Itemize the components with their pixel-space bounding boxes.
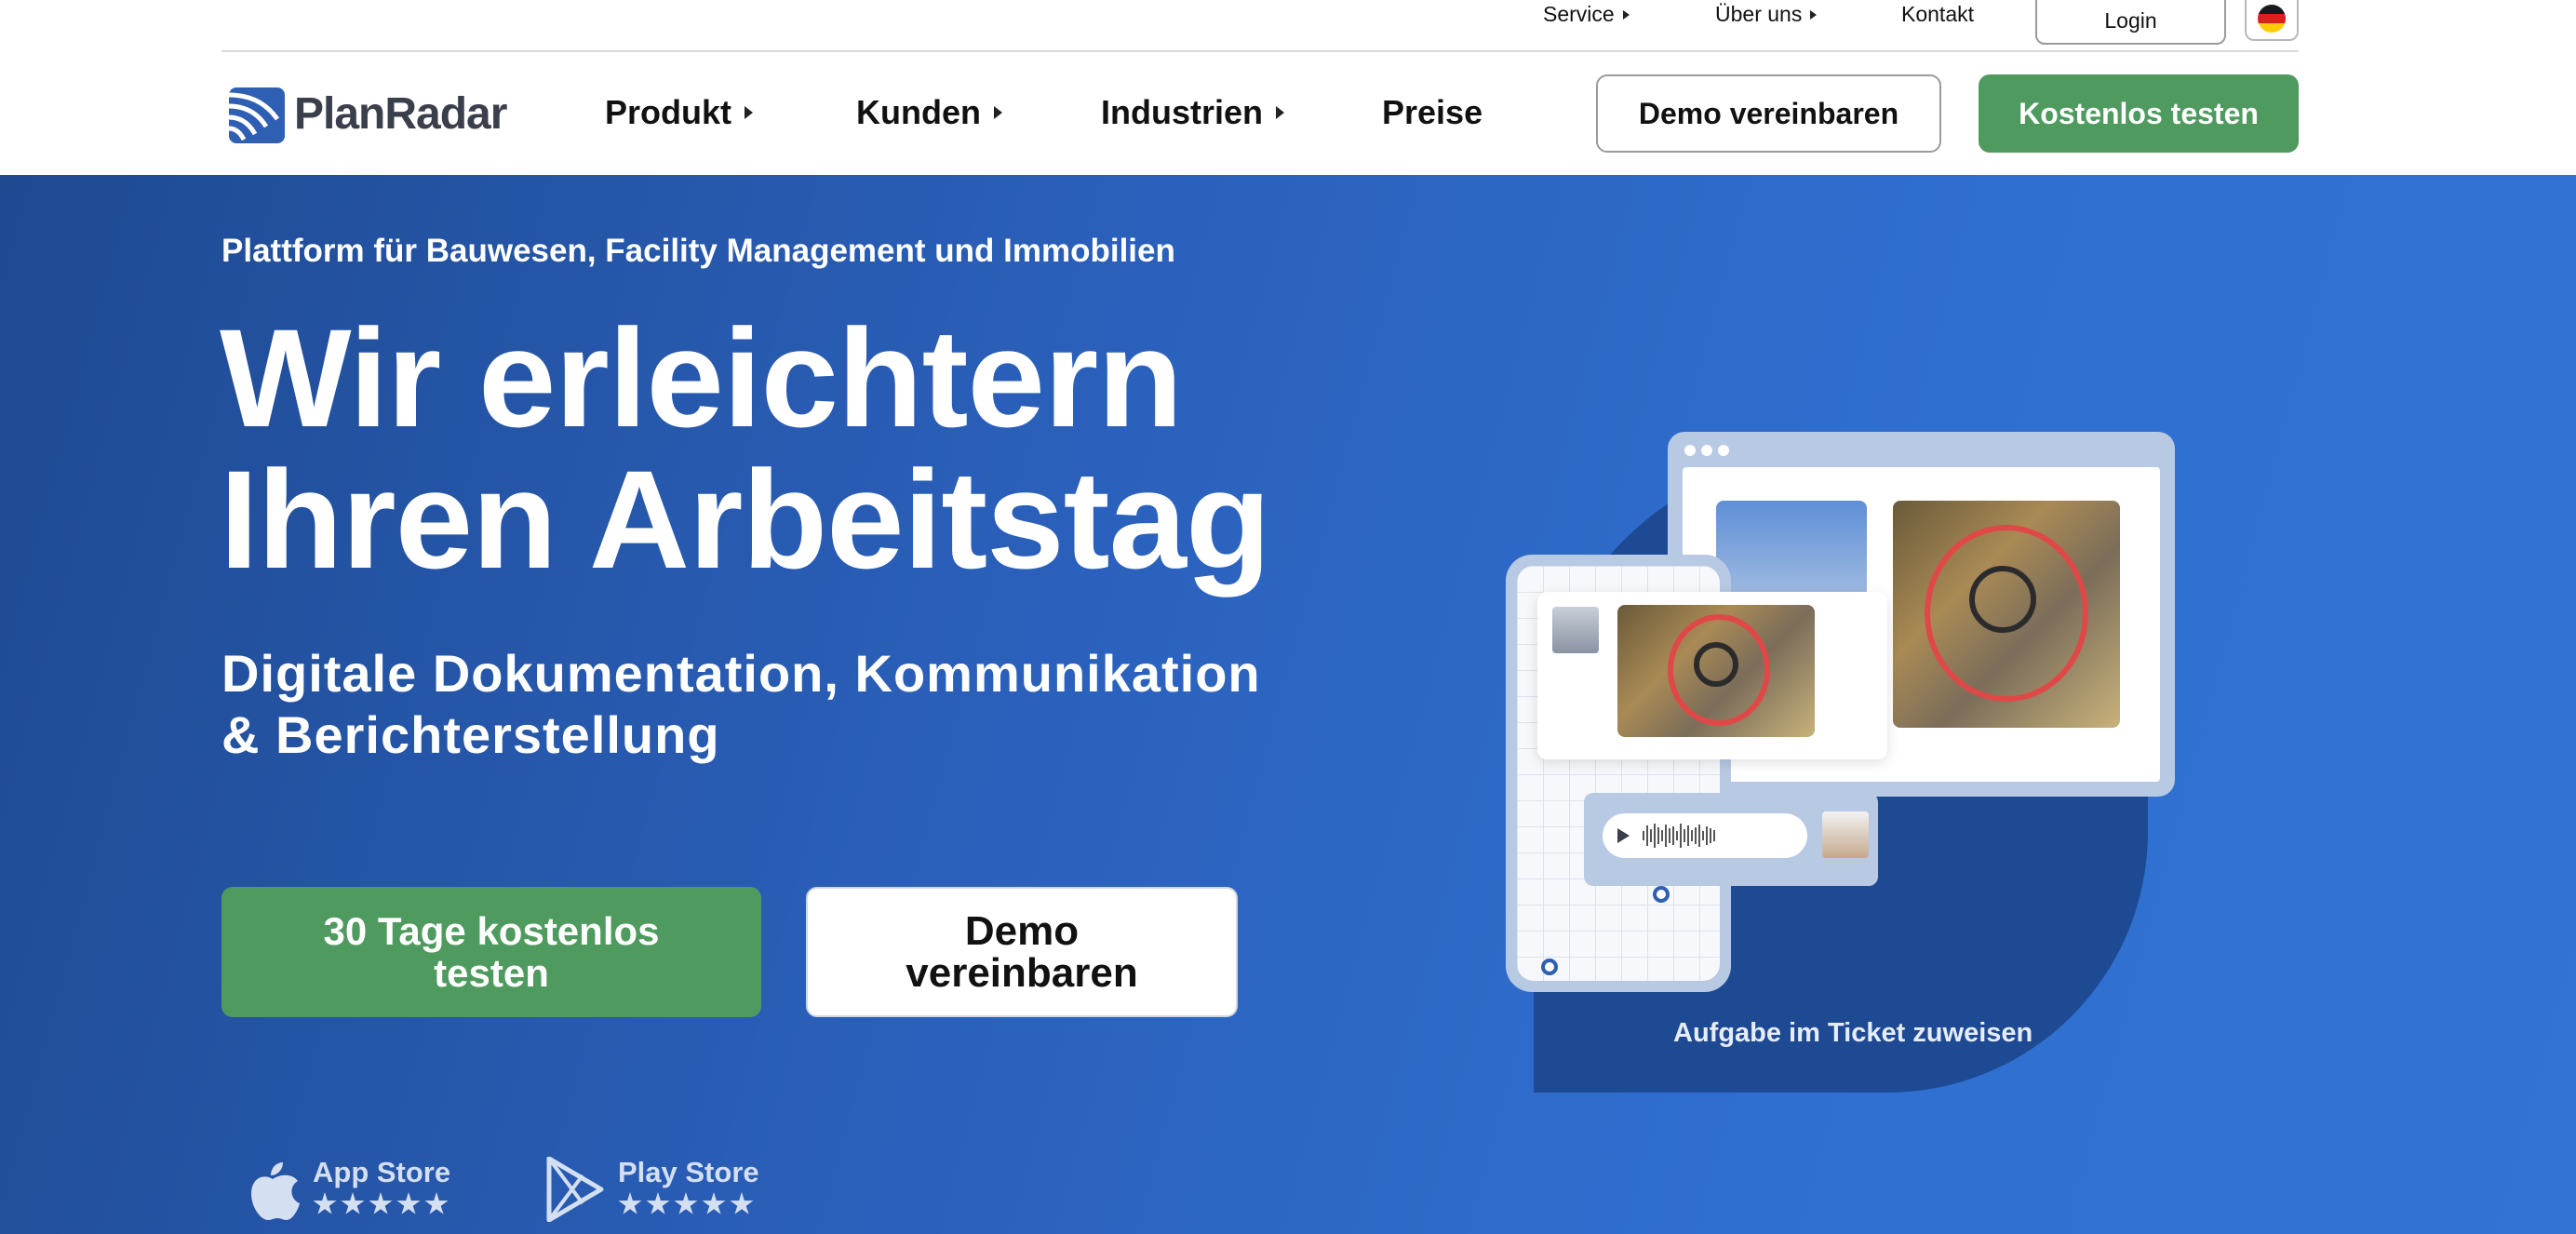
contact-label: Kontakt [1901, 2, 1974, 26]
nav-item-label: Kunden [856, 93, 981, 131]
language-selector[interactable] [2245, 0, 2299, 41]
demo-button-label: Demo vereinbaren [1638, 96, 1899, 130]
login-label: Login [2104, 7, 2157, 33]
app-store-name: App Store [313, 1156, 451, 1188]
caret-right-icon [1810, 9, 1818, 20]
valve-photo-thumbnail [1617, 605, 1815, 737]
caret-right-icon [1622, 9, 1630, 20]
planradar-logo-icon [228, 87, 285, 143]
flag-de-icon [2258, 5, 2286, 33]
hero-eyebrow: Plattform für Bauwesen, Facility Managem… [221, 233, 1175, 269]
nav-item-preise[interactable]: Preise [1382, 93, 1483, 132]
logo-text: PlanRadar [294, 88, 507, 139]
about-label: Über uns [1715, 2, 1803, 26]
nav-item-produkt[interactable]: Produkt [605, 93, 754, 132]
valve-wheel-icon [1694, 642, 1738, 687]
play-store-icon [546, 1157, 604, 1222]
headline-line-2: Ihren Arbeitstag [220, 441, 1271, 597]
illustration-caption: Aufgabe im Ticket zuweisen [1673, 1018, 2033, 1048]
nav-item-industrien[interactable]: Industrien [1101, 93, 1285, 132]
app-store-badge[interactable]: App Store [246, 1157, 450, 1222]
main-navigation: PlanRadar Produkt Kunden Industrien Prei… [0, 54, 2576, 175]
utility-bar: Service Über uns Kontakt Login [221, 0, 2299, 52]
star-icon [396, 1192, 421, 1214]
headline-line-1: Wir erleichtern [220, 300, 1183, 456]
location-pin-icon [1541, 959, 1558, 975]
contact-link[interactable]: Kontakt [1901, 2, 1974, 27]
star-icon [341, 1192, 365, 1214]
subline-line-1: Digitale Dokumentation, Kommunikation [221, 644, 1261, 703]
free-trial-button[interactable]: Kostenlos testen [1979, 74, 2299, 153]
caret-right-icon [993, 106, 1002, 119]
nav-item-label: Preise [1382, 93, 1483, 131]
app-store-rating [313, 1192, 450, 1216]
star-icon [618, 1192, 642, 1214]
valve-wheel-icon [1969, 566, 2036, 633]
hero-demo-button[interactable]: Demo vereinbaren [806, 887, 1238, 1017]
ticket-comment-card [1537, 592, 1887, 759]
voice-message-card [1584, 793, 1878, 886]
play-store-badge[interactable]: Play Store [545, 1157, 759, 1222]
hero-trial-button[interactable]: 30 Tage kostenlos testen [221, 887, 761, 1017]
valve-photo [1893, 501, 2120, 728]
free-trial-button-label: Kostenlos testen [2019, 96, 2259, 130]
star-icon [424, 1192, 449, 1214]
app-store-text: App Store [313, 1157, 450, 1216]
play-icon[interactable] [1617, 828, 1630, 843]
logo[interactable]: PlanRadar [223, 82, 507, 145]
hero-headline: Wir erleichtern Ihren Arbeitstag [220, 300, 1271, 597]
avatar [1822, 811, 1869, 858]
about-menu[interactable]: Über uns [1715, 2, 1818, 27]
star-icon [369, 1192, 393, 1214]
window-dot-icon [1684, 445, 1696, 456]
hero-demo-label: Demo vereinbaren [906, 908, 1138, 996]
voice-message-player[interactable] [1603, 813, 1807, 858]
nav-item-label: Industrien [1101, 93, 1264, 131]
star-icon [674, 1192, 698, 1214]
apple-icon [251, 1162, 300, 1220]
demo-button[interactable]: Demo vereinbaren [1596, 74, 1941, 153]
play-store-text: Play Store [618, 1157, 759, 1216]
nav-item-label: Produkt [605, 93, 732, 131]
hero-trial-label: 30 Tage kostenlos testen [323, 909, 660, 995]
star-icon [313, 1192, 337, 1214]
avatar [1552, 607, 1599, 653]
window-dot-icon [1701, 445, 1712, 456]
service-label: Service [1543, 2, 1615, 26]
nav-item-kunden[interactable]: Kunden [856, 93, 1002, 132]
play-store-name: Play Store [618, 1156, 759, 1188]
service-menu[interactable]: Service [1543, 2, 1630, 27]
star-icon [702, 1192, 726, 1214]
subline-line-2: & Berichterstellung [221, 705, 720, 764]
star-icon [646, 1192, 670, 1214]
hero-subline: Digitale Dokumentation, Kommunikation & … [221, 643, 1261, 766]
caret-right-icon [745, 106, 754, 119]
window-dot-icon [1718, 445, 1729, 456]
location-pin-icon [1653, 886, 1670, 903]
play-store-rating [618, 1192, 759, 1216]
hero-illustration: Aufgabe im Ticket zuweisen [1506, 432, 2178, 1093]
hero-section: Plattform für Bauwesen, Facility Managem… [0, 175, 2576, 1234]
login-button[interactable]: Login [2035, 0, 2226, 45]
star-icon [730, 1192, 754, 1214]
caret-right-icon [1276, 106, 1285, 119]
